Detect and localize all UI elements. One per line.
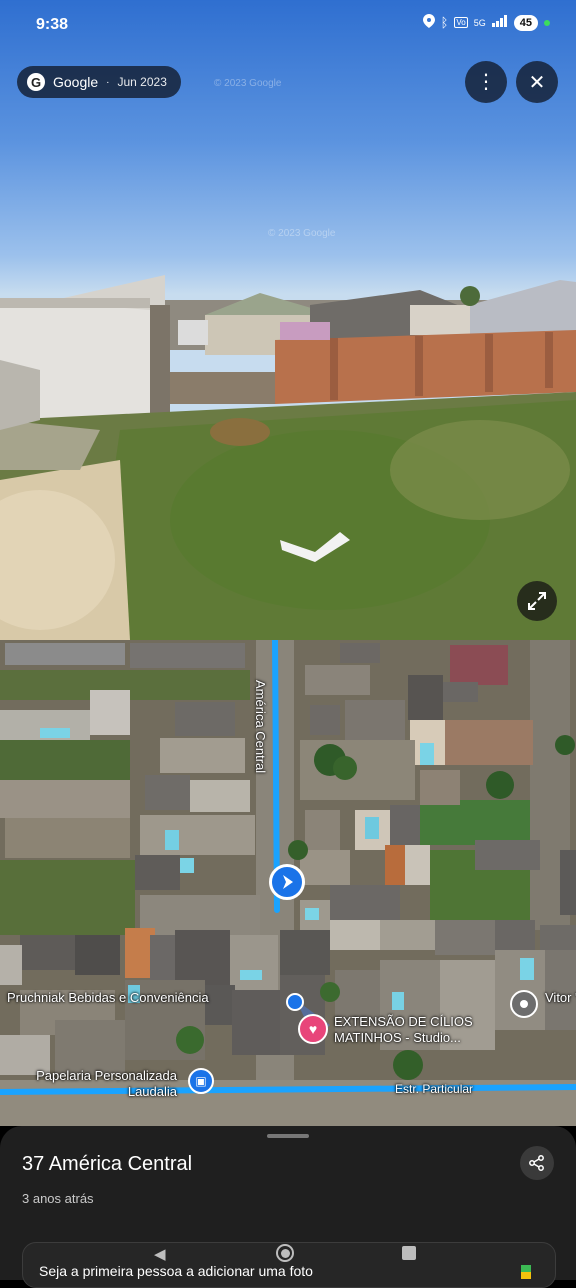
- shopping-bag-icon: ▣: [195, 1074, 207, 1088]
- heart-icon: ♥: [308, 1021, 318, 1037]
- imagery-source-chip[interactable]: G Google · Jun 2023: [17, 66, 181, 98]
- road-label-estrada-particular: Estr. Particular: [395, 1082, 474, 1096]
- battery-icon: 45: [513, 14, 538, 31]
- place-title: 37 América Central: [22, 1153, 193, 1175]
- share-button[interactable]: [520, 1146, 554, 1180]
- drag-handle[interactable]: [267, 1134, 309, 1138]
- system-navigation-bar: ◀: [0, 1240, 576, 1280]
- poi-label-pruchniak[interactable]: Pruchniak Bebidas e Conveniência: [7, 990, 209, 1006]
- system-icons: ᛒ Vo 5G 45: [422, 14, 550, 31]
- current-location-marker[interactable]: [269, 864, 305, 900]
- close-icon: ✕: [528, 71, 546, 94]
- home-button[interactable]: [276, 1244, 294, 1262]
- more-vert-icon: ⋮: [476, 71, 496, 93]
- provider-label: Google: [53, 74, 99, 90]
- bluetooth-icon: ᛒ: [440, 15, 449, 30]
- navigation-arrow-icon: [283, 875, 293, 889]
- road-label-america-central: América Central: [253, 680, 268, 774]
- home-icon: [280, 1248, 290, 1258]
- watermark: © 2023 Google: [268, 228, 336, 239]
- poi-label-papelaria[interactable]: Papelaria Personalizada Laudalia: [22, 1068, 177, 1100]
- signal-icon: [491, 15, 508, 30]
- street-view-panorama[interactable]: © 2023 Google © 2023 Google 9:38 ᛒ Vo 5G…: [0, 0, 576, 640]
- separator: ·: [106, 76, 110, 88]
- capture-date: Jun 2023: [117, 75, 167, 89]
- fullscreen-button[interactable]: [517, 581, 557, 621]
- close-button[interactable]: ✕: [516, 61, 558, 103]
- volte-icon: Vo: [454, 17, 468, 28]
- network-type: 5G: [473, 17, 486, 28]
- location-icon: [422, 14, 435, 31]
- poi-label-extensao[interactable]: EXTENSÃO DE CÍLIOS MATINHOS - Studio...: [334, 1014, 484, 1046]
- google-logo-icon: G: [27, 73, 45, 91]
- back-button[interactable]: ◀: [154, 1245, 166, 1263]
- expand-icon: [528, 592, 546, 610]
- place-icon: [520, 1000, 528, 1008]
- more-options-button[interactable]: ⋮: [465, 61, 507, 103]
- clock: 9:38: [36, 16, 69, 33]
- place-subtitle: 3 anos atrás: [22, 1191, 94, 1206]
- watermark: © 2023 Google: [214, 78, 282, 89]
- satellite-map[interactable]: América Central Estr. Particular Pruchni…: [0, 640, 576, 1126]
- poi-pin-papelaria[interactable]: ▣: [188, 1068, 214, 1094]
- street-view-position-dot: [286, 993, 304, 1011]
- privacy-indicator-icon: [544, 19, 550, 26]
- poi-pin-vitor[interactable]: [510, 990, 538, 1018]
- recents-button[interactable]: [402, 1246, 416, 1260]
- status-bar: 9:38 ᛒ Vo 5G 45: [0, 0, 576, 50]
- share-icon: [529, 1155, 544, 1171]
- poi-pin-extensao[interactable]: ♥: [298, 1014, 328, 1044]
- poi-label-vitor[interactable]: Vitor "pres: [545, 990, 576, 1006]
